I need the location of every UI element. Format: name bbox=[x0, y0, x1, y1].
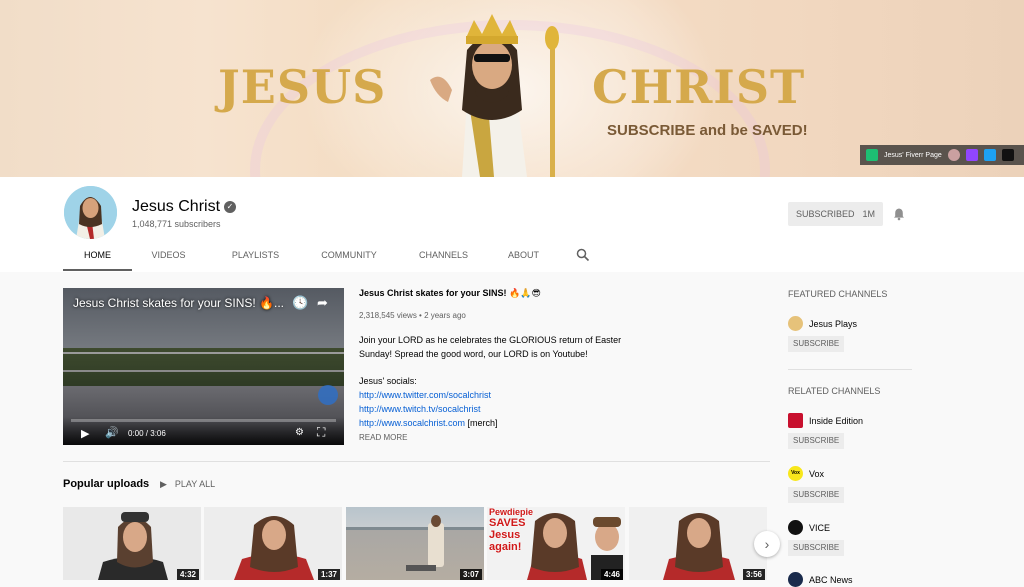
tab-channels[interactable]: CHANNELS bbox=[392, 244, 495, 271]
subscribed-button[interactable]: SUBSCRIBED 1M bbox=[788, 202, 883, 226]
merch-link[interactable]: http://www.socalchrist.com bbox=[359, 418, 465, 428]
settings-icon[interactable]: ⚙ bbox=[295, 427, 304, 438]
overlay-line: again! bbox=[489, 541, 522, 553]
video-frame-rail bbox=[63, 370, 344, 372]
twitch-icon[interactable] bbox=[965, 149, 978, 161]
related-channel-vice[interactable]: VICE bbox=[788, 520, 830, 535]
vox-logo-icon: Vox bbox=[788, 466, 803, 481]
channel-watermark-icon[interactable] bbox=[317, 384, 339, 406]
desc-spacer bbox=[359, 361, 639, 374]
channel-avatar-icon bbox=[788, 316, 803, 331]
channel-link-name[interactable]: Jesus Plays bbox=[809, 319, 857, 329]
search-icon[interactable] bbox=[576, 248, 590, 262]
featured-channel-jesus-plays[interactable]: Jesus Plays bbox=[788, 316, 857, 331]
subscribe-button[interactable]: SUBSCRIBE bbox=[788, 487, 845, 503]
channel-avatar-icon bbox=[788, 520, 803, 535]
video-duration: 1:37 bbox=[317, 569, 340, 580]
avatar-image bbox=[64, 186, 117, 239]
subscribed-label: SUBSCRIBED bbox=[795, 209, 855, 219]
video-thumbnail[interactable]: 1:37 bbox=[204, 507, 342, 580]
video-thumbnail[interactable]: 4:32 bbox=[63, 507, 201, 580]
play-all-button[interactable]: ▶ PLAY ALL bbox=[160, 479, 215, 490]
fiverr-icon[interactable] bbox=[866, 149, 878, 161]
related-channel-vox[interactable]: Vox Vox bbox=[788, 466, 824, 481]
channel-tabs: HOME VIDEOS PLAYLISTS COMMUNITY CHANNELS… bbox=[63, 244, 552, 271]
chevron-right-icon: › bbox=[764, 536, 770, 552]
progress-bar[interactable] bbox=[71, 419, 336, 422]
twitter-link[interactable]: http://www.twitter.com/socalchrist bbox=[359, 390, 491, 400]
popular-uploads-title[interactable]: Popular uploads bbox=[63, 478, 149, 490]
video-player[interactable]: Jesus Christ skates for your SINS! 🔥... … bbox=[63, 288, 344, 445]
read-more-button[interactable]: READ MORE bbox=[359, 433, 407, 442]
channel-avatar-icon bbox=[788, 413, 803, 428]
subscribe-button[interactable]: SUBSCRIBE bbox=[788, 336, 845, 352]
notification-bell-icon[interactable] bbox=[892, 207, 906, 221]
featured-video-description: Join your LORD as he celebrates the GLOR… bbox=[359, 333, 639, 430]
video-thumbnail[interactable]: 3:56 bbox=[629, 507, 767, 580]
banner-left-word: JESUS bbox=[218, 60, 387, 114]
verified-check-icon: ✓ bbox=[224, 201, 236, 213]
banner-tagline: SUBSCRIBE and be SAVED! bbox=[607, 122, 808, 139]
play-all-icon: ▶ bbox=[160, 479, 167, 489]
overlay-line: Jesus bbox=[489, 529, 521, 541]
carousel-next-button[interactable]: › bbox=[754, 531, 780, 557]
player-title[interactable]: Jesus Christ skates for your SINS! 🔥... bbox=[73, 296, 284, 310]
thumbnail-overlay-text: Pewdiepie SAVES Jesus again! bbox=[489, 507, 533, 553]
video-duration: 3:07 bbox=[459, 569, 482, 580]
play-all-label: PLAY ALL bbox=[174, 479, 216, 489]
play-icon[interactable]: ▶ bbox=[81, 427, 89, 440]
tab-playlists[interactable]: PLAYLISTS bbox=[205, 244, 306, 271]
channel-link-name[interactable]: Inside Edition bbox=[809, 416, 863, 426]
desc-line: Sunday! Spread the good word, our LORD i… bbox=[359, 349, 588, 359]
channel-banner: JESUS CHRIST SUBSCRIBE and be SAVED! Jes… bbox=[0, 0, 1024, 177]
subscriber-count: 1,048,771 subscribers bbox=[132, 219, 221, 229]
fiverr-link[interactable]: Jesus' Fiverr Page bbox=[884, 152, 942, 159]
twitch-link[interactable]: http://www.twitch.tv/socalchrist bbox=[359, 404, 481, 414]
video-thumbnail[interactable]: 3:07 bbox=[346, 507, 484, 580]
video-duration: 4:32 bbox=[176, 569, 199, 580]
subscribe-button[interactable]: SUBSCRIBE bbox=[788, 540, 845, 556]
watch-later-icon[interactable]: 🕓 bbox=[292, 295, 308, 311]
subscribed-count: 1M bbox=[862, 209, 876, 219]
banner-links: Jesus' Fiverr Page bbox=[860, 145, 1024, 165]
website-icon[interactable] bbox=[1001, 149, 1014, 161]
featured-channels-heading: FEATURED CHANNELS bbox=[788, 289, 888, 299]
channel-avatar[interactable] bbox=[64, 186, 117, 239]
tab-videos[interactable]: VIDEOS bbox=[132, 244, 205, 271]
overlay-line: SAVES bbox=[489, 517, 526, 529]
video-duration: 3:56 bbox=[742, 569, 765, 580]
desc-line: Join your LORD as he celebrates the GLOR… bbox=[359, 335, 622, 345]
subscribe-button[interactable]: SUBSCRIBE bbox=[788, 433, 845, 449]
banner-jesus-figure bbox=[430, 14, 559, 177]
channel-link-name[interactable]: Vox bbox=[809, 469, 824, 479]
featured-video-title[interactable]: Jesus Christ skates for your SINS! 🔥🙏😎 bbox=[359, 288, 541, 299]
video-frame-rail bbox=[63, 352, 344, 354]
related-channel-inside-edition[interactable]: Inside Edition bbox=[788, 413, 863, 428]
fullscreen-icon[interactable]: ⛶ bbox=[317, 425, 325, 440]
player-time: 0:00 / 3:06 bbox=[128, 429, 166, 438]
banner-right-word: CHRIST bbox=[592, 60, 806, 114]
avatar-link-icon[interactable] bbox=[947, 149, 960, 161]
merch-suffix: [merch] bbox=[465, 418, 498, 428]
section-divider bbox=[63, 461, 770, 462]
channel-name: Jesus Christ bbox=[132, 198, 221, 215]
featured-video-meta: 2,318,545 views • 2 years ago bbox=[359, 311, 466, 320]
related-channels-heading: RELATED CHANNELS bbox=[788, 386, 881, 396]
volume-icon[interactable]: 🔊 bbox=[105, 426, 119, 439]
tab-community[interactable]: COMMUNITY bbox=[306, 244, 392, 271]
video-duration: 4:46 bbox=[600, 569, 623, 580]
share-icon[interactable]: ➦ bbox=[317, 295, 328, 311]
desc-line: Jesus' socials: bbox=[359, 376, 417, 386]
sidebar-divider bbox=[788, 369, 912, 370]
video-frame-trees bbox=[63, 348, 344, 388]
video-thumbnail[interactable]: Pewdiepie SAVES Jesus again! 4:46 bbox=[487, 507, 625, 580]
tab-home[interactable]: HOME bbox=[63, 244, 132, 271]
twitter-icon[interactable] bbox=[983, 149, 996, 161]
channel-link-name[interactable]: VICE bbox=[809, 523, 830, 533]
overlay-line: Pewdiepie bbox=[489, 507, 534, 517]
tab-about[interactable]: ABOUT bbox=[495, 244, 552, 271]
